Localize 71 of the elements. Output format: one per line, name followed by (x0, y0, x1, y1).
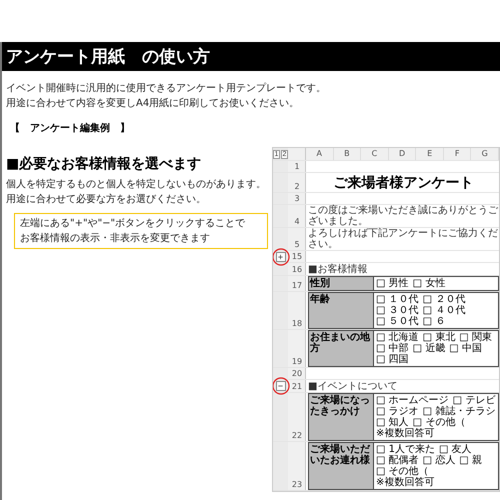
sheet-text: よろしければ下記アンケートにご協力ください。 (308, 228, 499, 250)
checkbox-option: □ その他（ (412, 417, 466, 428)
checkbox-option: □ 東北 (422, 332, 456, 343)
checkbox-option: □ ホームページ (376, 395, 449, 406)
checkbox-option: □ ６ (422, 316, 446, 327)
row-number: 4 (293, 216, 301, 227)
outline-toggle-button[interactable]: − (276, 381, 286, 391)
checkbox-option: □ 恋人 (422, 455, 456, 466)
row-number: 5 (293, 239, 301, 250)
table-label-cell: ご来場いただいたお連れ様 (308, 442, 374, 490)
checkbox-option: □ 北海道 (376, 332, 419, 343)
row-number: 18 (290, 318, 304, 329)
sheet-text: ■お客様情報 (308, 264, 368, 274)
checkbox-option: □ ３０代 (376, 305, 419, 316)
intro-text: 用途に合わせて内容を変更しA4用紙に印刷してお使いください。 (6, 96, 300, 111)
checkbox-option: □ 配偶者 (376, 455, 419, 466)
body-text: 個人を特定するものと個人を特定しないものがあります。 (6, 178, 267, 192)
checkbox-option: □ １０代 (376, 294, 419, 305)
sheet-text: ■イベントについて (308, 380, 398, 392)
checkbox-option: □ テレビ (452, 395, 496, 406)
checkbox-option: □ 関東 (459, 332, 492, 343)
row-number: 19 (290, 356, 304, 367)
checkbox-option: □ ラジオ (376, 406, 419, 417)
checkbox-option: □ 女性 (412, 278, 446, 289)
checkbox-option: □ ５０代 (376, 316, 419, 327)
row-number: 1 (293, 161, 301, 172)
row-number: 22 (290, 430, 304, 441)
row-number: 16 (290, 264, 304, 275)
body-text: 用途に合わせて必要な方をお選びください。 (6, 192, 207, 207)
checkbox-option: □ 親 (459, 455, 482, 466)
checkbox-option: □ 男性 (376, 278, 409, 289)
checkbox-option: □ 1人で来た (376, 444, 435, 455)
row-number: 17 (290, 280, 304, 291)
row-number: 2 (293, 181, 301, 192)
row-number: 15 (290, 251, 304, 262)
column-header: E (416, 148, 444, 160)
note-text: 左端にある"+"や"−"ボタンをクリックすることで (20, 216, 246, 231)
column-header: D (388, 148, 416, 160)
table-label-cell: 性別 (308, 276, 374, 291)
row-number: 23 (290, 479, 304, 490)
column-header: G (471, 148, 499, 160)
answer-note: ※複数回答可 (376, 477, 436, 488)
row-number: 3 (293, 193, 301, 204)
column-header: F (444, 148, 472, 160)
checkbox-option: □ 近畿 (412, 343, 446, 354)
checkbox-option: □ 四国 (376, 354, 409, 365)
table-label-cell: ご来場になったきっかけ (308, 393, 374, 441)
sheet-text: この度はご来場いただき誠にありがとうございました。 (308, 205, 499, 227)
checkbox-option: □ その他（ (376, 466, 429, 477)
checkbox-option: □ ２０代 (422, 294, 466, 305)
section-heading: ■必要なお客様情報を選べます (6, 155, 202, 173)
sheet-title: ご来場者様アンケート (332, 174, 474, 192)
checkbox-option: □ 中部 (376, 343, 409, 354)
checkbox-option: □ ４０代 (422, 305, 466, 316)
checkbox-option: □ 知人 (376, 417, 409, 428)
intro-text: イベント開催時に汎用的に使用できるアンケート用テンプレートです。 (6, 82, 327, 96)
page-title: アンケート用紙 の使い方 (2, 42, 500, 71)
column-header: A (306, 148, 334, 160)
section-label: 【 アンケート編集例 】 (10, 122, 131, 135)
note-text: お客様情報の表示・非表示を変更できます (20, 232, 211, 246)
checkbox-option: □ 友人 (439, 444, 472, 455)
column-header: C (361, 148, 389, 160)
column-header: B (334, 148, 362, 160)
checkbox-option: □ 中国 (449, 343, 482, 354)
row-number: 21 (290, 381, 304, 392)
table-label-cell: 年齢 (308, 292, 374, 329)
checkbox-option: □ 雑誌・チラシ (422, 406, 496, 417)
answer-note: ※複数回答可 (376, 428, 436, 439)
row-number: 20 (290, 368, 304, 379)
outline-toggle-button[interactable]: + (276, 252, 286, 262)
table-label-cell: お住まいの地方 (308, 330, 374, 367)
